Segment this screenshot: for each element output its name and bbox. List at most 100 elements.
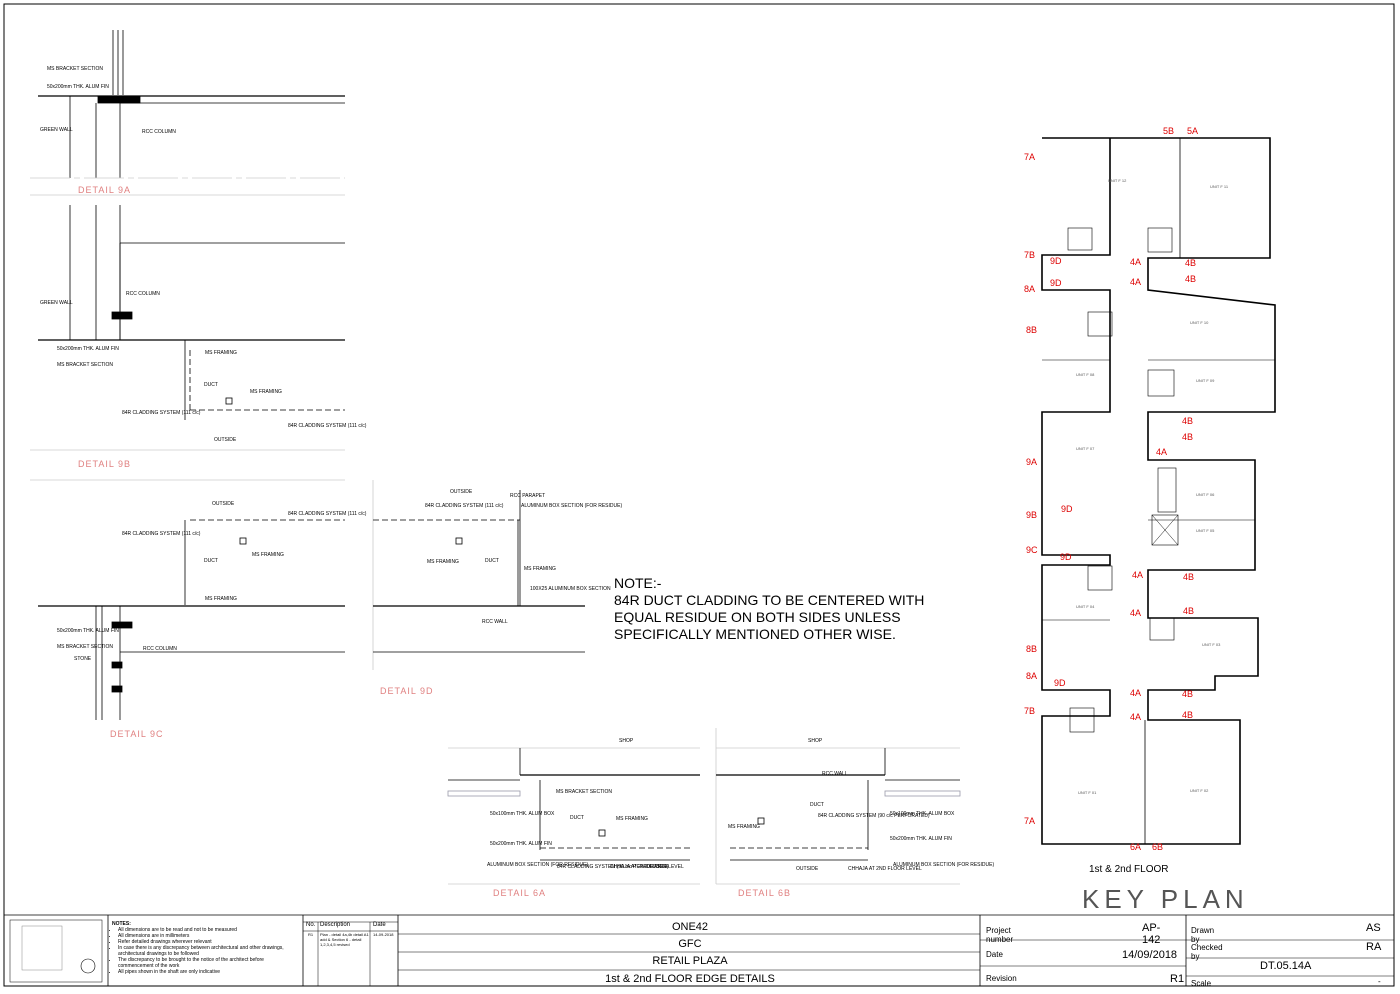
- note-line-3: SPECIFICALLY MENTIONED OTHER WISE.: [614, 626, 896, 642]
- label-green-wall-9b: GREEN WALL: [40, 300, 73, 306]
- key-plan-unit-label: UNIT F 02: [1190, 788, 1209, 793]
- label-duct-9c: DUCT: [204, 558, 218, 564]
- key-plan-drawing: [1041, 137, 1276, 845]
- key-plan-tag: 8B: [1026, 325, 1037, 335]
- label-duct-9b: DUCT: [204, 382, 218, 388]
- key-plan-tag: 4B: [1185, 274, 1196, 284]
- label-outside-9d: OUTSIDE: [450, 489, 473, 495]
- key-plan-tag: 4A: [1156, 447, 1167, 457]
- label-cladding-9b: 84R CLADDING SYSTEM (111 c/c): [122, 410, 201, 416]
- key-plan-tag: 4B: [1183, 606, 1194, 616]
- drawn-by-label: Drawn by: [1191, 926, 1215, 944]
- note-item: The discrepancy to be brought to the not…: [118, 957, 300, 969]
- key-plan-tag: 4B: [1183, 572, 1194, 582]
- checked-by-label: Checked by: [1191, 943, 1223, 961]
- label-alum-fin-9b: 50x200mm THK. ALUM FIN: [57, 346, 119, 352]
- label-duct-9d: DUCT: [485, 558, 499, 564]
- rev-row-date: 14-09-2018: [373, 932, 394, 937]
- project-number: AP-142: [1142, 922, 1161, 946]
- note-heading: NOTE:-: [614, 575, 662, 591]
- key-plan-tag: 4A: [1132, 570, 1143, 580]
- rev-header-date: Date: [373, 922, 386, 928]
- key-plan-unit-label: UNIT F 08: [1076, 372, 1095, 377]
- label-ms-framing-6a: MS FRAMING: [616, 816, 648, 822]
- label-rcc-column-9c: RCC COLUMN: [143, 646, 177, 652]
- note-line-1: 84R DUCT CLADDING TO BE CENTERED WITH: [614, 592, 925, 608]
- key-plan-unit-label: UNIT F 03: [1202, 642, 1221, 647]
- detail-6b-drawing: [715, 728, 961, 885]
- key-plan-tag: 9C: [1026, 545, 1038, 555]
- detail-6b-title: DETAIL 6B: [738, 888, 791, 898]
- key-plan-tag: 5A: [1187, 126, 1198, 136]
- label-alum-box-6b-2: ALUMINUM BOX SECTION (FOR RESIDUE): [893, 862, 994, 868]
- detail-9b-title: DETAIL 9B: [78, 459, 131, 469]
- key-plan-tag: 6A: [1130, 842, 1141, 852]
- key-plan-unit-label: UNIT F 12: [1108, 178, 1127, 183]
- note-item: All pipes shown in the shaft are only in…: [118, 969, 300, 975]
- key-plan-tag: 4A: [1130, 688, 1141, 698]
- label-duct-6a: DUCT: [570, 815, 584, 821]
- checked-by-value: RA: [1366, 941, 1382, 953]
- revision-label: Revision: [986, 974, 1017, 983]
- detail-9c-title: DETAIL 9C: [110, 729, 164, 739]
- label-ms-framing-9b: MS FRAMING: [205, 350, 237, 356]
- label-ms-framing-9c: MS FRAMING: [252, 552, 284, 558]
- key-plan-unit-label: UNIT F 05: [1196, 528, 1215, 533]
- key-plan-tag: 9D: [1060, 552, 1072, 562]
- label-alum-box-6a: 50x100mm THK. ALUM BOX: [490, 811, 555, 817]
- rev-header-description: Description: [320, 922, 351, 928]
- key-plan-tag: 5B: [1163, 126, 1174, 136]
- key-plan-unit-label: UNIT F 10: [1190, 320, 1209, 325]
- label-ms-framing-9c-2: MS FRAMING: [205, 596, 237, 602]
- key-plan-tag: 4B: [1182, 710, 1193, 720]
- key-plan-unit-label: UNIT F 07: [1076, 446, 1095, 451]
- key-plan-unit-label: UNIT F 01: [1078, 790, 1097, 795]
- rev-row-description: Plan - detail 4a,4b detail A1 add & Sect…: [320, 932, 369, 947]
- label-rcc-wall-6b: RCC WALL: [822, 771, 848, 777]
- key-plan-tag: 4A: [1130, 712, 1141, 722]
- detail-9a-title: DETAIL 9A: [78, 185, 131, 195]
- label-rcc-column-9a: RCC COLUMN: [142, 129, 176, 135]
- label-ms-framing-9d: MS FRAMING: [427, 559, 459, 565]
- key-plan-tag: 4B: [1182, 689, 1193, 699]
- label-cladding-9c-2: 84R CLADDING SYSTEM (111 c/c): [122, 531, 201, 537]
- detail-9a-drawing: [30, 30, 345, 196]
- scale-value: -: [1378, 977, 1381, 986]
- key-plan-tag: 8A: [1024, 284, 1035, 294]
- key-plan-tag: 9D: [1054, 678, 1066, 688]
- key-plan-tag: 7B: [1024, 250, 1035, 260]
- key-plan-tag: 4A: [1130, 277, 1141, 287]
- rev-header-no: No.: [306, 922, 316, 928]
- label-cladding-9c: 84R CLADDING SYSTEM (111 c/c): [288, 511, 367, 517]
- key-plan-tag: 9D: [1050, 278, 1062, 288]
- label-shop-6b: SHOP: [808, 738, 823, 744]
- label-cladding-9d: 84R CLADDING SYSTEM (111 c/c): [425, 503, 504, 509]
- project-client: RETAIL PLAZA: [652, 955, 728, 967]
- general-notes: NOTES: All dimensions are to be read and…: [112, 921, 300, 975]
- key-plan-tag: 4B: [1185, 258, 1196, 268]
- label-ms-framing-9b-2: MS FRAMING: [250, 389, 282, 395]
- label-alum-fin-9c: 50x200mm THK. ALUM FIN: [57, 628, 119, 634]
- label-ms-bracket-6a: MS BRACKET SECTION: [556, 789, 612, 795]
- key-plan-tag: 9D: [1061, 504, 1073, 514]
- label-outside-6b: OUTSIDE: [796, 866, 819, 872]
- label-ms-bracket-9c: MS BRACKET SECTION: [57, 644, 113, 650]
- label-alum-box-9d: ALUMINUM BOX SECTION (FOR RESIDUE): [521, 503, 622, 509]
- label-rcc-parapet-9d: RCC PARAPET: [510, 493, 545, 499]
- key-plan-tag: 4B: [1182, 416, 1193, 426]
- label-shop-6a: SHOP: [619, 738, 634, 744]
- label-ms-bracket-9a: MS BRACKET SECTION: [47, 66, 103, 72]
- key-plan-marks: 7A 7B 9D 8A 9D 8B 9A 9B 9D 9C 9D 8B 8A 9D 7B 7A 4A 4B 4A 4B…: [1024, 126, 1229, 852]
- revision-value: R1: [1170, 973, 1185, 985]
- project-name: ONE42: [671, 921, 709, 933]
- date-value: 14/09/2018: [1122, 949, 1178, 961]
- key-plan-tag: 7A: [1024, 816, 1035, 826]
- project-issue: GFC: [678, 938, 702, 950]
- label-alum-fin-6a: 50x200mm THK. ALUM FIN: [490, 841, 552, 847]
- key-plan-tag: 9D: [1050, 256, 1062, 266]
- label-ms-framing-9d-2: MS FRAMING: [524, 566, 556, 572]
- label-outside-9c: OUTSIDE: [212, 501, 235, 507]
- scale-label: Scale: [1191, 979, 1212, 988]
- key-plan-tag: 4B: [1182, 432, 1193, 442]
- label-ms-bracket-9b: MS BRACKET SECTION: [57, 362, 113, 368]
